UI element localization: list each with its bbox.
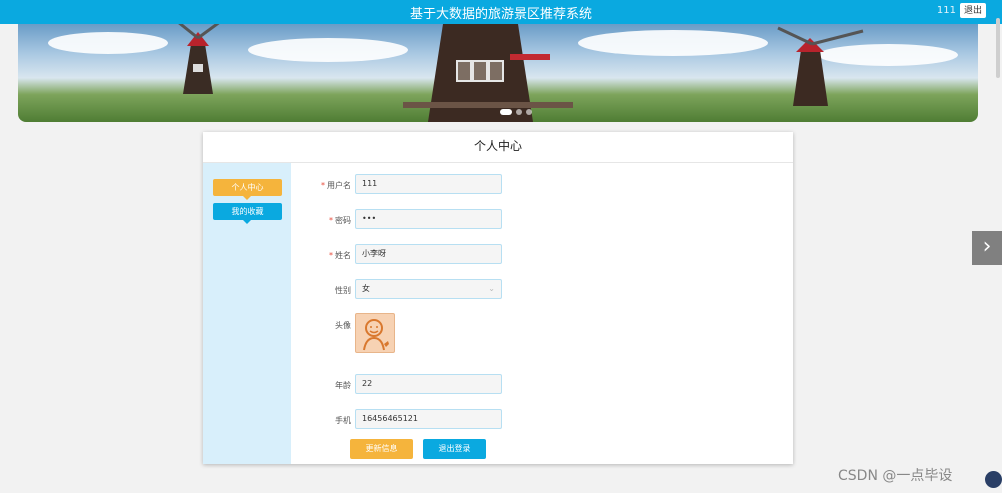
chevron-right-icon: › [982,234,992,259]
watermark-text: CSDN @一点毕设 [838,468,953,484]
carousel-dot[interactable] [500,109,512,115]
carousel-next-button[interactable]: › [972,231,1002,265]
avatar-upload[interactable] [355,313,395,353]
phone-input[interactable]: 16456465121 [355,409,502,429]
page-title: 个人中心 [203,132,793,163]
scrollbar-thumb[interactable] [996,18,1000,78]
gender-select[interactable]: 女 ⌄ [355,279,502,299]
profile-card: 个人中心 个人中心 我的收藏 * 用户名 111 * 密码 ••• * 姓名 小李呀 … [203,132,793,464]
password-label: * 密码 [329,216,351,225]
name-input[interactable]: 小李呀 [355,244,502,264]
profile-sidebar: 个人中心 我的收藏 [203,163,291,464]
sidebar-item-favorites[interactable]: 我的收藏 [213,203,282,224]
corner-avatar-icon [985,471,1002,488]
username-label-wrap: * 用户名 [291,174,351,194]
logout-button[interactable]: 退出 [960,3,986,18]
windmill-center-image [403,24,573,122]
username-input[interactable]: 111 [355,174,502,194]
logout-account-button[interactable]: 退出登录 [423,439,486,459]
windmill-right-image [777,26,864,106]
avatar-label: 头像 [335,321,351,330]
name-label-wrap: * 姓名 [291,244,351,264]
banner-carousel[interactable] [18,24,978,122]
site-title: 基于大数据的旅游景区推荐系统 [409,7,592,22]
carousel-dot[interactable] [526,109,532,115]
gender-label-wrap: 性别 [291,279,351,299]
avatar-label-wrap: 头像 [291,314,351,334]
carousel-indicators [500,109,532,115]
cloud-decoration [248,38,408,62]
name-label: * 姓名 [329,251,351,260]
age-label: 年龄 [335,381,351,390]
username-label: * 用户名 [321,181,351,190]
chevron-down-icon: ⌄ [488,284,495,293]
age-label-wrap: 年龄 [291,374,351,394]
cloud-decoration [578,30,768,56]
gender-label: 性别 [335,286,351,295]
password-label-wrap: * 密码 [291,209,351,229]
sidebar-item-profile[interactable]: 个人中心 [213,179,282,200]
windmill-left-image [178,24,220,94]
password-input[interactable]: ••• [355,209,502,229]
gender-selected-value: 女 [362,284,370,293]
avatar-image-icon [363,319,389,351]
current-username[interactable]: 111 [937,5,956,16]
carousel-dot[interactable] [516,109,522,115]
update-info-button[interactable]: 更新信息 [350,439,413,459]
top-bar: 基于大数据的旅游景区推荐系统 111 退出 [0,0,1002,24]
phone-label: 手机 [335,416,351,425]
cloud-decoration [48,32,168,54]
phone-label-wrap: 手机 [291,409,351,429]
age-input[interactable]: 22 [355,374,502,394]
